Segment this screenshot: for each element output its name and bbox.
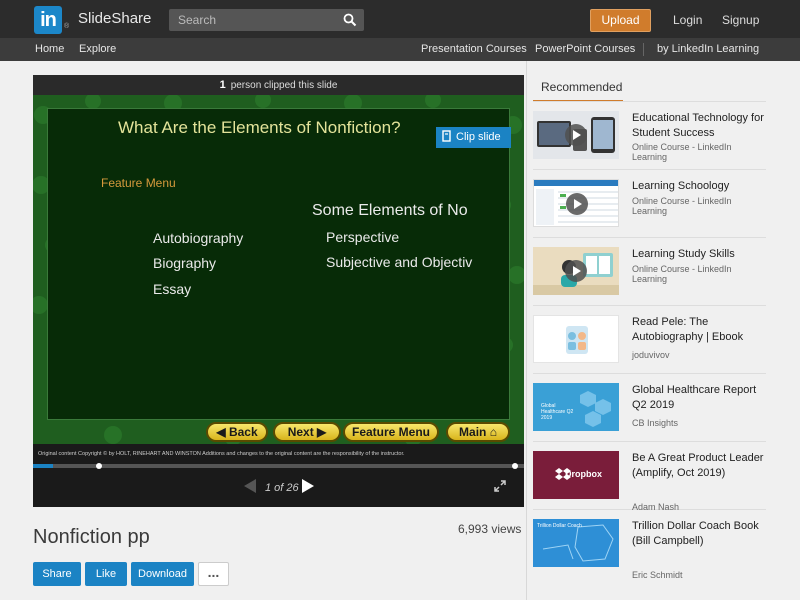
nav-presentation-courses[interactable]: Presentation Courses bbox=[421, 43, 527, 55]
recommended-title: Global Healthcare Report Q2 2019 bbox=[632, 384, 757, 411]
nav-powerpoint-courses[interactable]: PowerPoint Courses bbox=[535, 43, 635, 55]
progress-handle[interactable] bbox=[96, 463, 102, 469]
progress-bar[interactable] bbox=[33, 463, 524, 469]
slide-copyright: Original content Copyright © by HOLT, RI… bbox=[38, 451, 405, 457]
top-bar: in ® SlideShare Upload Login Signup bbox=[0, 0, 800, 38]
recommended-subtitle: Online Course - LinkedIn Learning bbox=[632, 196, 732, 216]
clip-text: person clipped this slide bbox=[230, 80, 338, 91]
slide-feature-menu-label: Feature Menu bbox=[101, 176, 176, 190]
recommended-title: Be A Great Product Leader (Amplify, Oct … bbox=[632, 452, 764, 479]
progress-fill bbox=[33, 464, 53, 468]
recommended-item[interactable]: Educational Technology for Student Succe… bbox=[533, 102, 766, 170]
slide-right-item: Subjective and Objectiv bbox=[326, 254, 473, 270]
recommended-thumbnail bbox=[533, 179, 619, 227]
recommended-title: Educational Technology for Student Succe… bbox=[632, 112, 764, 139]
play-icon bbox=[566, 193, 588, 215]
page-counter: 1 of 26 bbox=[265, 482, 299, 494]
nav-bar: Home Explore Presentation Courses PowerP… bbox=[0, 38, 800, 61]
back-label: Back bbox=[228, 425, 258, 439]
recommended-item[interactable]: Read Pele: The Autobiography | Ebook jod… bbox=[533, 306, 766, 374]
more-options-button[interactable]: ... bbox=[198, 562, 229, 586]
recommended-subtitle: Online Course - LinkedIn Learning bbox=[632, 142, 732, 162]
recommended-thumbnail bbox=[533, 111, 619, 159]
recommended-subtitle: CB Insights bbox=[632, 418, 679, 428]
upload-button[interactable]: Upload bbox=[590, 9, 651, 32]
signup-link[interactable]: Signup bbox=[722, 13, 759, 27]
recommended-thumbnail bbox=[533, 315, 619, 363]
recommended-subtitle: Eric Schmidt bbox=[632, 570, 683, 580]
nav-explore[interactable]: Explore bbox=[79, 43, 116, 55]
book-cover-text: Trillion Dollar Coach bbox=[537, 523, 582, 529]
tab-recommended[interactable]: Recommended bbox=[533, 75, 623, 102]
login-link[interactable]: Login bbox=[673, 13, 702, 27]
recommended-item[interactable]: Trillion Dollar Coach Trillion Dollar Co… bbox=[533, 510, 766, 580]
download-button[interactable]: Download bbox=[131, 562, 194, 586]
clip-count-bar: 1 person clipped this slide bbox=[33, 75, 524, 95]
recommended-thumbnail: Dropbox bbox=[533, 451, 619, 499]
recommended-title: Learning Study Skills bbox=[632, 248, 735, 260]
recommended-item[interactable]: Dropbox Be A Great Product Leader (Ampli… bbox=[533, 442, 766, 512]
next-label: Next bbox=[287, 425, 314, 439]
slide-feature-menu-button[interactable]: Feature Menu bbox=[343, 422, 439, 442]
report-cover-text: Global Healthcare Q2 2019 bbox=[541, 403, 574, 421]
nav-home[interactable]: Home bbox=[35, 43, 64, 55]
clip-icon bbox=[442, 130, 451, 142]
share-button[interactable]: Share bbox=[33, 562, 81, 586]
slide-left-item: Autobiography bbox=[153, 230, 244, 246]
play-icon bbox=[565, 260, 587, 282]
recommended-item[interactable]: Learning Schoology Online Course - Linke… bbox=[533, 170, 766, 238]
slide-left-item: Biography bbox=[153, 255, 217, 271]
player-controls: 1 of 26 bbox=[33, 470, 524, 507]
progress-end-marker bbox=[512, 463, 518, 469]
sidebar-divider bbox=[526, 61, 527, 600]
brand-name[interactable]: SlideShare bbox=[78, 10, 151, 27]
slideshare-logo-icon bbox=[566, 326, 588, 354]
view-count: 6,993 views bbox=[458, 522, 522, 536]
search-box bbox=[169, 9, 364, 31]
nav-linkedin-learning[interactable]: by LinkedIn Learning bbox=[657, 43, 759, 55]
recommended-thumbnail: Trillion Dollar Coach bbox=[533, 519, 619, 567]
recommended-title: Trillion Dollar Coach Book (Bill Campbel… bbox=[632, 520, 759, 547]
recommended-item[interactable]: Global Healthcare Q2 2019 Global Healthc… bbox=[533, 374, 766, 442]
recommended-thumbnail bbox=[533, 247, 619, 295]
linkedin-logo[interactable]: in bbox=[34, 6, 62, 34]
slide-next-button[interactable]: Next ▶ bbox=[273, 422, 341, 442]
dropbox-wordmark: Dropbox bbox=[565, 469, 602, 479]
registered-mark: ® bbox=[64, 23, 70, 30]
search-icon[interactable] bbox=[343, 13, 357, 27]
main-label: Main bbox=[459, 425, 487, 439]
fullscreen-icon[interactable] bbox=[494, 480, 506, 492]
recommended-title: Learning Schoology bbox=[632, 180, 730, 192]
slide-player: 1 person clipped this slide What Are the … bbox=[33, 75, 524, 507]
clip-slide-label: Clip slide bbox=[456, 131, 501, 143]
recommended-title: Read Pele: The Autobiography | Ebook bbox=[632, 316, 744, 343]
clip-slide-button[interactable]: Clip slide bbox=[436, 127, 511, 148]
document-title: Nonfiction pp bbox=[33, 526, 150, 548]
slide-right-heading: Some Elements of No bbox=[312, 202, 468, 219]
recommended-subtitle: Online Course - LinkedIn Learning bbox=[632, 264, 732, 284]
recommended-item[interactable]: Learning Study Skills Online Course - Li… bbox=[533, 238, 766, 306]
like-button[interactable]: Like bbox=[85, 562, 127, 586]
slide-right-item: Perspective bbox=[326, 229, 400, 245]
slide-main-button[interactable]: Main ⌂ bbox=[446, 422, 510, 442]
nav-divider bbox=[643, 43, 644, 56]
slide-view[interactable]: What Are the Elements of Nonfiction? Fea… bbox=[33, 95, 524, 444]
recommended-thumbnail: Global Healthcare Q2 2019 bbox=[533, 383, 619, 431]
next-arrow-icon[interactable] bbox=[301, 478, 315, 494]
slide-title: What Are the Elements of Nonfiction? bbox=[118, 118, 401, 137]
clip-count: 1 bbox=[219, 79, 226, 91]
slide-left-item: Essay bbox=[153, 281, 192, 297]
prev-arrow-icon[interactable] bbox=[243, 478, 257, 494]
search-input[interactable] bbox=[169, 9, 339, 31]
recommended-subtitle: joduvivov bbox=[632, 350, 670, 360]
slide-back-button[interactable]: ◀ Back bbox=[206, 422, 268, 442]
play-icon bbox=[565, 124, 587, 146]
